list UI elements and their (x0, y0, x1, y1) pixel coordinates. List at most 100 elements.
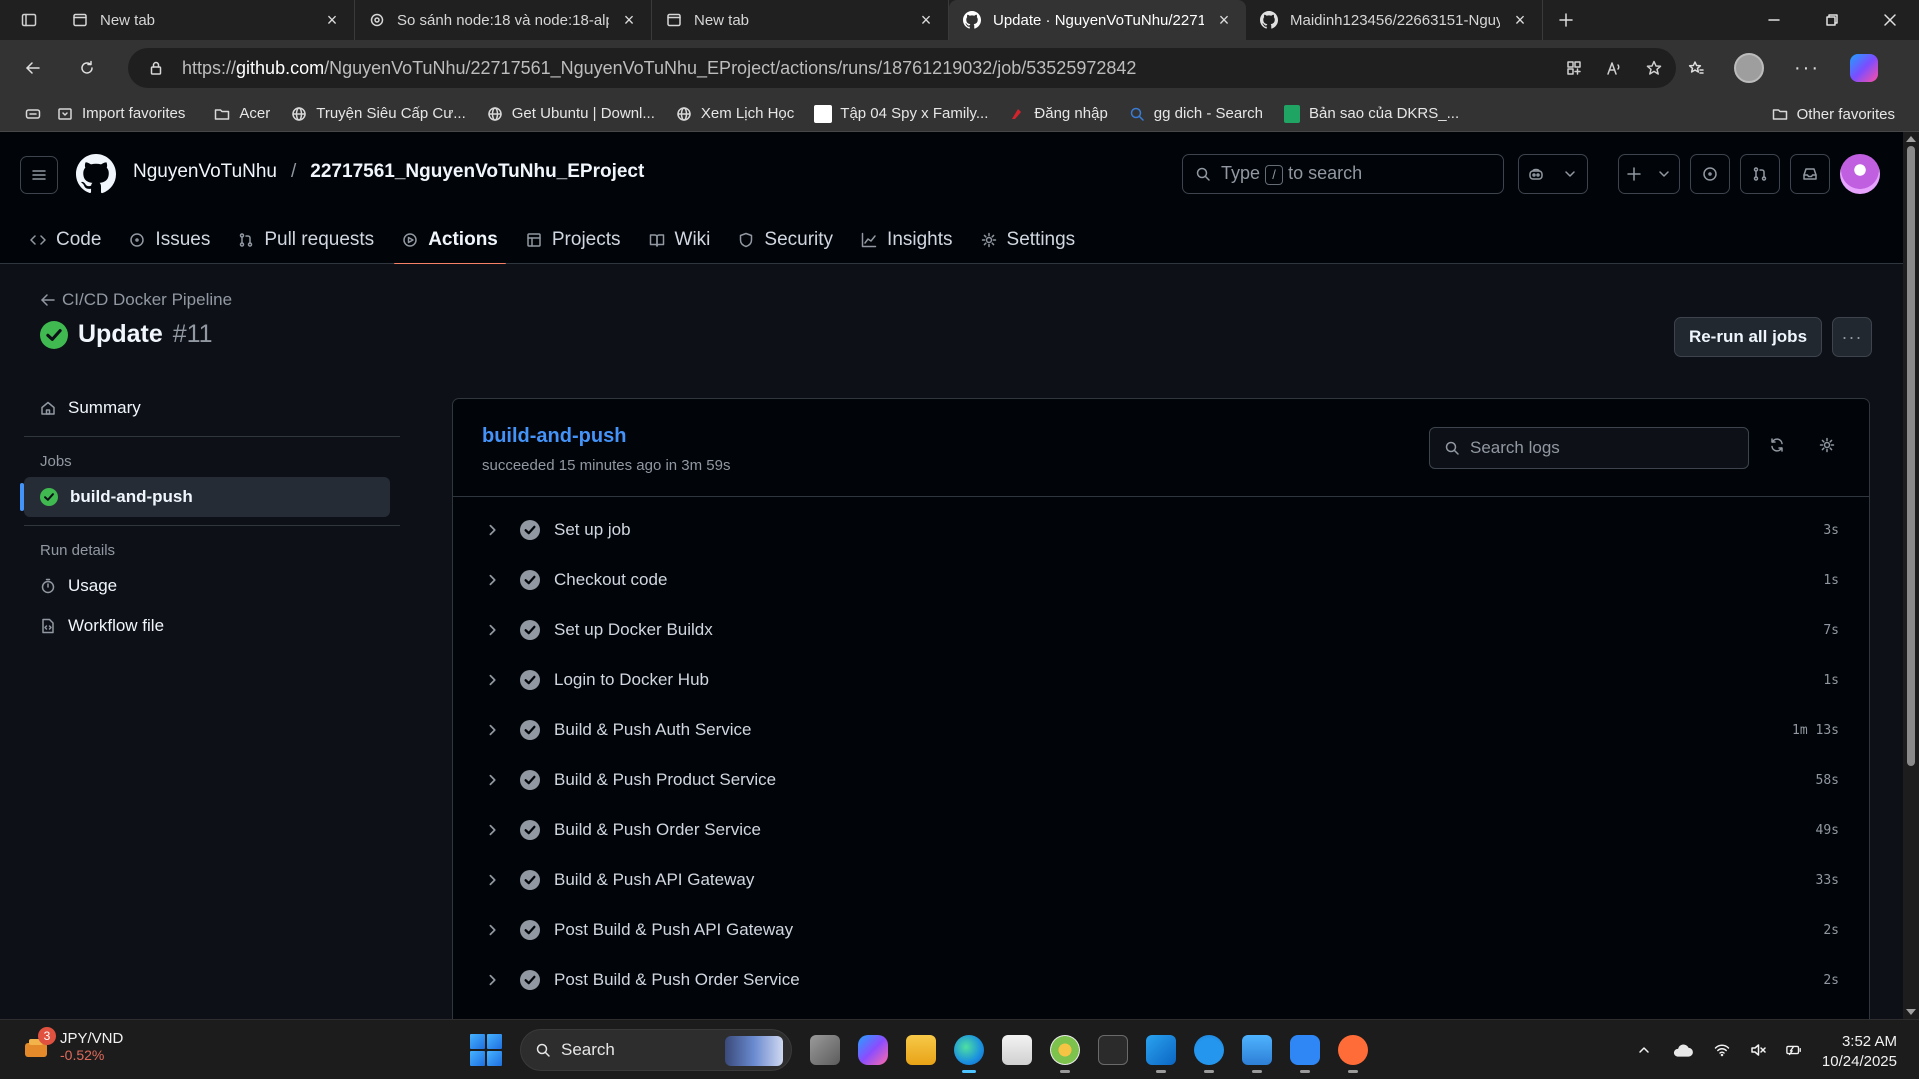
close-icon[interactable]: × (621, 10, 637, 31)
log-settings-button[interactable] (1819, 437, 1835, 453)
postman-icon[interactable] (1338, 1035, 1368, 1073)
close-icon[interactable]: × (1512, 10, 1528, 31)
favorite-item[interactable]: gg dich - Search (1118, 99, 1273, 129)
other-favorites[interactable]: Other favorites (1761, 99, 1905, 129)
chevron-right-icon[interactable] (486, 572, 500, 588)
job-step-row[interactable]: Checkout code 1s (453, 555, 1869, 605)
job-name-link[interactable]: build-and-push (482, 425, 626, 448)
chevron-right-icon[interactable] (486, 872, 500, 888)
restore-button[interactable] (1803, 0, 1861, 40)
browser-tab[interactable]: New tab × (652, 0, 949, 40)
close-icon[interactable]: × (1216, 10, 1232, 31)
sidebar-item-summary[interactable]: Summary (24, 388, 400, 428)
tab-pull-requests[interactable]: Pull requests (228, 215, 384, 264)
sidebar-item-usage[interactable]: Usage (24, 566, 400, 606)
taskbar-search[interactable]: Search (520, 1029, 792, 1071)
job-step-row[interactable]: Build & Push Order Service 49s (453, 805, 1869, 855)
chevron-right-icon[interactable] (486, 972, 500, 988)
favorites-icon[interactable] (1688, 60, 1704, 76)
browser-tab[interactable]: Maidinh123456/22663151-NguyenVoTuNhu × (1246, 0, 1543, 40)
menu-button[interactable] (20, 156, 58, 194)
scroll-up-arrow[interactable] (1906, 136, 1916, 142)
favorite-item[interactable]: Acer (203, 99, 280, 129)
job-step-row[interactable]: Set up Docker Buildx 7s (453, 605, 1869, 655)
refresh-logs-button[interactable] (1769, 437, 1785, 453)
owner-link[interactable]: NguyenVoTuNhu (133, 161, 277, 183)
github-logo-icon[interactable] (76, 154, 116, 194)
chevron-right-icon[interactable] (486, 922, 500, 938)
scrollbar-thumb[interactable] (1907, 146, 1915, 766)
minimize-button[interactable] (1745, 0, 1803, 40)
chevron-right-icon[interactable] (486, 822, 500, 838)
battery-icon[interactable] (1786, 1042, 1802, 1058)
scroll-down-arrow[interactable] (1906, 1009, 1916, 1015)
new-tab-button[interactable] (1543, 0, 1589, 40)
notion-icon[interactable] (1098, 1035, 1128, 1065)
speaker-muted-icon[interactable] (1750, 1042, 1766, 1058)
job-step-row[interactable]: Post Build & Push API Gateway 2s (453, 905, 1869, 955)
notepad-icon[interactable] (1242, 1035, 1272, 1073)
job-step-row[interactable]: Build & Push Auth Service 1m 13s (453, 705, 1869, 755)
tab-settings[interactable]: Settings (971, 215, 1086, 264)
tab-issues[interactable]: Issues (119, 215, 220, 264)
copilot-app-icon[interactable] (858, 1035, 888, 1065)
read-aloud-icon[interactable] (1606, 60, 1622, 76)
search-logs-input[interactable]: Search logs (1429, 427, 1749, 469)
chevron-right-icon[interactable] (486, 722, 500, 738)
zalo-icon[interactable] (1290, 1035, 1320, 1073)
job-step-row[interactable]: Build & Push Product Service 58s (453, 755, 1869, 805)
sidebar-item-job[interactable]: build-and-push (20, 477, 390, 517)
chrome-canary-icon[interactable] (1050, 1035, 1080, 1073)
tab-insights[interactable]: Insights (851, 215, 962, 264)
job-step-row[interactable]: Set up job 3s (453, 505, 1869, 555)
sidebar-item-workflow-file[interactable]: Workflow file (24, 606, 400, 646)
copilot-button[interactable] (1518, 154, 1588, 194)
close-window-button[interactable] (1861, 0, 1919, 40)
job-step-row[interactable]: Build & Push API Gateway 33s (453, 855, 1869, 905)
repo-link[interactable]: 22717561_NguyenVoTuNhu_EProject (310, 161, 644, 183)
browser-tab[interactable]: New tab × (58, 0, 355, 40)
job-step-row[interactable]: Login to Docker Hub 1s (453, 655, 1869, 705)
tab-wiki[interactable]: Wiki (639, 215, 721, 264)
inbox-button[interactable] (1790, 154, 1830, 194)
edge-icon[interactable] (954, 1035, 984, 1073)
copilot-icon[interactable] (1849, 54, 1878, 82)
global-search-input[interactable]: Type / to search (1182, 154, 1504, 194)
microsoft-store-icon[interactable] (1002, 1035, 1032, 1065)
tab-projects[interactable]: Projects (516, 215, 631, 264)
more-options-button[interactable]: ··· (1832, 317, 1872, 357)
create-new-button[interactable] (1618, 154, 1680, 194)
back-button[interactable] (6, 60, 60, 76)
star-icon[interactable] (1646, 60, 1662, 76)
system-clock[interactable]: 3:52 AM 10/24/2025 (1822, 1032, 1897, 1072)
workflow-back-link[interactable]: CI/CD Docker Pipeline (40, 290, 232, 310)
favorites-menu-button[interactable] (14, 99, 46, 129)
widget-button[interactable]: 3 JPY/VND -0.52% (22, 1026, 123, 1063)
chevron-right-icon[interactable] (486, 522, 500, 538)
profile-avatar[interactable] (1734, 53, 1764, 83)
job-step-row[interactable]: Post Build & Push Order Service 2s (453, 955, 1869, 1005)
address-bar[interactable]: https://github.com/NguyenVoTuNhu/2271756… (128, 48, 1676, 88)
favorite-item[interactable]: Get Ubuntu | Downl... (476, 99, 665, 129)
favorite-item[interactable]: Tập 04 Spy x Family... (804, 99, 998, 129)
apps-icon[interactable] (1566, 60, 1582, 76)
tab-actions[interactable]: Actions (392, 215, 508, 265)
favorite-item[interactable]: Đăng nhập (998, 99, 1117, 129)
user-avatar[interactable] (1840, 154, 1880, 194)
issues-button[interactable] (1690, 154, 1730, 194)
browser-tab[interactable]: So sánh node:18 và node:18-alpine × (355, 0, 652, 40)
favorite-item[interactable]: Truyện Siêu Cấp Cư... (280, 99, 476, 129)
favorite-item[interactable]: Import favorites (46, 99, 195, 129)
close-icon[interactable]: × (324, 10, 340, 31)
more-icon[interactable]: ··· (1794, 57, 1820, 80)
file-explorer-icon[interactable] (906, 1035, 936, 1065)
chevron-right-icon[interactable] (486, 772, 500, 788)
tab-code[interactable]: Code (20, 215, 111, 264)
chevron-right-icon[interactable] (486, 622, 500, 638)
vscode-icon[interactable] (1146, 1035, 1176, 1073)
cloud-icon[interactable] (1672, 1042, 1694, 1058)
task-view-icon[interactable] (810, 1035, 840, 1065)
tab-security[interactable]: Security (728, 215, 843, 264)
lock-icon[interactable] (148, 60, 164, 76)
page-scrollbar[interactable] (1903, 132, 1919, 1019)
